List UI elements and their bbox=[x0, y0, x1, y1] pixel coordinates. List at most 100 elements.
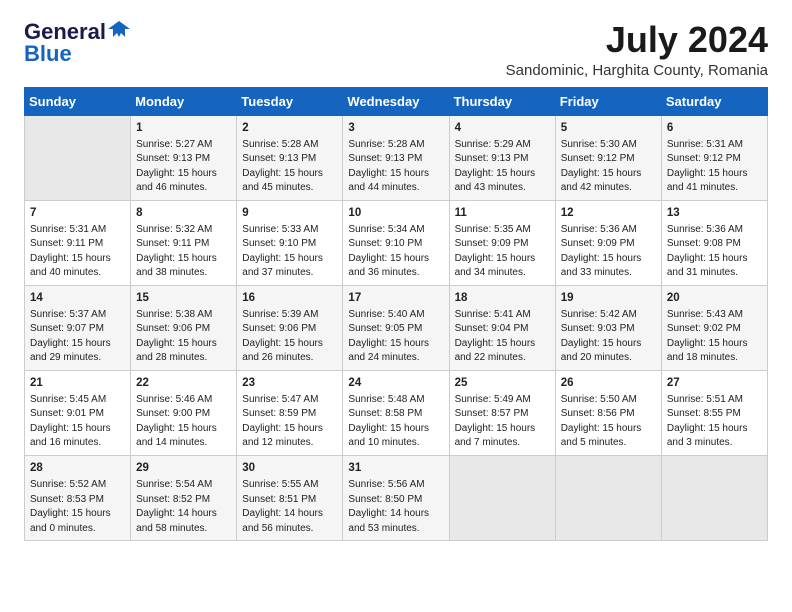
month-year-title: July 2024 bbox=[506, 20, 768, 60]
day-number: 24 bbox=[348, 375, 443, 391]
calendar-cell: 6 Sunrise: 5:31 AMSunset: 9:12 PMDaylight… bbox=[661, 115, 767, 200]
cell-details: Sunrise: 5:49 AMSunset: 8:57 PMDaylight:… bbox=[455, 393, 550, 451]
day-number: 26 bbox=[561, 375, 656, 391]
calendar-cell: 2 Sunrise: 5:28 AMSunset: 9:13 PMDaylight… bbox=[237, 115, 343, 200]
day-number: 31 bbox=[348, 460, 443, 476]
header-tuesday: Tuesday bbox=[237, 87, 343, 115]
calendar-cell: 29 Sunrise: 5:54 AMSunset: 8:52 PMDayligh… bbox=[131, 455, 237, 540]
calendar-cell: 25 Sunrise: 5:49 AMSunset: 8:57 PMDayligh… bbox=[449, 370, 555, 455]
calendar-cell: 15 Sunrise: 5:38 AMSunset: 9:06 PMDayligh… bbox=[131, 285, 237, 370]
calendar-cell bbox=[555, 455, 661, 540]
day-number: 30 bbox=[242, 460, 337, 476]
calendar-cell: 9Sunrise: 5:33 AMSunset: 9:10 PMDaylight… bbox=[237, 200, 343, 285]
calendar-cell: 7 Sunrise: 5:31 AMSunset: 9:11 PMDaylight… bbox=[25, 200, 131, 285]
calendar-cell: 10 Sunrise: 5:34 AMSunset: 9:10 PMDayligh… bbox=[343, 200, 449, 285]
page-header: General Blue July 2024 Sandominic, Hargh… bbox=[24, 20, 768, 79]
day-number: 23 bbox=[242, 375, 337, 391]
cell-details: Sunrise: 5:28 AMSunset: 9:13 PMDaylight:… bbox=[348, 138, 443, 196]
cell-details: Sunrise: 5:38 AMSunset: 9:06 PMDaylight:… bbox=[136, 308, 231, 366]
calendar-cell: 28 Sunrise: 5:52 AMSunset: 8:53 PMDayligh… bbox=[25, 455, 131, 540]
cell-details: Sunrise: 5:34 AMSunset: 9:10 PMDaylight:… bbox=[348, 223, 443, 281]
logo-bird-icon bbox=[108, 19, 130, 41]
day-number: 21 bbox=[30, 375, 125, 391]
calendar-cell: 18 Sunrise: 5:41 AMSunset: 9:04 PMDayligh… bbox=[449, 285, 555, 370]
calendar-cell: 13Sunrise: 5:36 AMSunset: 9:08 PMDayligh… bbox=[661, 200, 767, 285]
cell-details: Sunrise: 5:50 AMSunset: 8:56 PMDaylight:… bbox=[561, 393, 656, 451]
calendar-week-row: 21 Sunrise: 5:45 AMSunset: 9:01 PMDayligh… bbox=[25, 370, 768, 455]
calendar-cell: 23 Sunrise: 5:47 AMSunset: 8:59 PMDayligh… bbox=[237, 370, 343, 455]
calendar-cell: 3 Sunrise: 5:28 AMSunset: 9:13 PMDaylight… bbox=[343, 115, 449, 200]
calendar-table: SundayMondayTuesdayWednesdayThursdayFrid… bbox=[24, 87, 768, 541]
cell-details: Sunrise: 5:45 AMSunset: 9:01 PMDaylight:… bbox=[30, 393, 125, 451]
calendar-cell: 5 Sunrise: 5:30 AMSunset: 9:12 PMDaylight… bbox=[555, 115, 661, 200]
calendar-week-row: 14 Sunrise: 5:37 AMSunset: 9:07 PMDayligh… bbox=[25, 285, 768, 370]
day-number: 10 bbox=[348, 205, 443, 221]
day-number: 20 bbox=[667, 290, 762, 306]
cell-details: Sunrise: 5:36 AMSunset: 9:08 PMDaylight:… bbox=[667, 223, 762, 281]
calendar-cell bbox=[661, 455, 767, 540]
location-subtitle: Sandominic, Harghita County, Romania bbox=[506, 62, 768, 79]
calendar-header-row: SundayMondayTuesdayWednesdayThursdayFrid… bbox=[25, 87, 768, 115]
logo-blue-text: Blue bbox=[24, 42, 72, 66]
cell-details: Sunrise: 5:40 AMSunset: 9:05 PMDaylight:… bbox=[348, 308, 443, 366]
calendar-cell bbox=[25, 115, 131, 200]
cell-details: Sunrise: 5:47 AMSunset: 8:59 PMDaylight:… bbox=[242, 393, 337, 451]
calendar-cell: 20Sunrise: 5:43 AMSunset: 9:02 PMDayligh… bbox=[661, 285, 767, 370]
cell-details: Sunrise: 5:30 AMSunset: 9:12 PMDaylight:… bbox=[561, 138, 656, 196]
cell-details: Sunrise: 5:56 AMSunset: 8:50 PMDaylight:… bbox=[348, 478, 443, 536]
cell-details: Sunrise: 5:36 AMSunset: 9:09 PMDaylight:… bbox=[561, 223, 656, 281]
cell-details: Sunrise: 5:29 AMSunset: 9:13 PMDaylight:… bbox=[455, 138, 550, 196]
day-number: 4 bbox=[455, 120, 550, 136]
day-number: 15 bbox=[136, 290, 231, 306]
day-number: 3 bbox=[348, 120, 443, 136]
header-sunday: Sunday bbox=[25, 87, 131, 115]
title-block: July 2024 Sandominic, Harghita County, R… bbox=[506, 20, 768, 79]
cell-details: Sunrise: 5:31 AMSunset: 9:12 PMDaylight:… bbox=[667, 138, 762, 196]
cell-details: Sunrise: 5:54 AMSunset: 8:52 PMDaylight:… bbox=[136, 478, 231, 536]
calendar-week-row: 7 Sunrise: 5:31 AMSunset: 9:11 PMDaylight… bbox=[25, 200, 768, 285]
cell-details: Sunrise: 5:27 AMSunset: 9:13 PMDaylight:… bbox=[136, 138, 231, 196]
calendar-cell: 17 Sunrise: 5:40 AMSunset: 9:05 PMDayligh… bbox=[343, 285, 449, 370]
day-number: 28 bbox=[30, 460, 125, 476]
calendar-cell: 19Sunrise: 5:42 AMSunset: 9:03 PMDayligh… bbox=[555, 285, 661, 370]
calendar-cell: 31 Sunrise: 5:56 AMSunset: 8:50 PMDayligh… bbox=[343, 455, 449, 540]
header-monday: Monday bbox=[131, 87, 237, 115]
calendar-cell: 21 Sunrise: 5:45 AMSunset: 9:01 PMDayligh… bbox=[25, 370, 131, 455]
day-number: 22 bbox=[136, 375, 231, 391]
cell-details: Sunrise: 5:33 AMSunset: 9:10 PMDaylight:… bbox=[242, 223, 337, 281]
cell-details: Sunrise: 5:31 AMSunset: 9:11 PMDaylight:… bbox=[30, 223, 125, 281]
cell-details: Sunrise: 5:37 AMSunset: 9:07 PMDaylight:… bbox=[30, 308, 125, 366]
calendar-cell: 30Sunrise: 5:55 AMSunset: 8:51 PMDayligh… bbox=[237, 455, 343, 540]
calendar-cell: 12 Sunrise: 5:36 AMSunset: 9:09 PMDayligh… bbox=[555, 200, 661, 285]
day-number: 6 bbox=[667, 120, 762, 136]
day-number: 14 bbox=[30, 290, 125, 306]
cell-details: Sunrise: 5:46 AMSunset: 9:00 PMDaylight:… bbox=[136, 393, 231, 451]
day-number: 2 bbox=[242, 120, 337, 136]
calendar-cell: 1Sunrise: 5:27 AMSunset: 9:13 PMDaylight… bbox=[131, 115, 237, 200]
cell-details: Sunrise: 5:35 AMSunset: 9:09 PMDaylight:… bbox=[455, 223, 550, 281]
header-wednesday: Wednesday bbox=[343, 87, 449, 115]
calendar-week-row: 1Sunrise: 5:27 AMSunset: 9:13 PMDaylight… bbox=[25, 115, 768, 200]
day-number: 18 bbox=[455, 290, 550, 306]
day-number: 5 bbox=[561, 120, 656, 136]
day-number: 12 bbox=[561, 205, 656, 221]
day-number: 29 bbox=[136, 460, 231, 476]
cell-details: Sunrise: 5:51 AMSunset: 8:55 PMDaylight:… bbox=[667, 393, 762, 451]
day-number: 17 bbox=[348, 290, 443, 306]
cell-details: Sunrise: 5:42 AMSunset: 9:03 PMDaylight:… bbox=[561, 308, 656, 366]
calendar-cell: 24Sunrise: 5:48 AMSunset: 8:58 PMDayligh… bbox=[343, 370, 449, 455]
calendar-cell: 26 Sunrise: 5:50 AMSunset: 8:56 PMDayligh… bbox=[555, 370, 661, 455]
day-number: 7 bbox=[30, 205, 125, 221]
header-saturday: Saturday bbox=[661, 87, 767, 115]
cell-details: Sunrise: 5:32 AMSunset: 9:11 PMDaylight:… bbox=[136, 223, 231, 281]
calendar-cell bbox=[449, 455, 555, 540]
calendar-cell: 16Sunrise: 5:39 AMSunset: 9:06 PMDayligh… bbox=[237, 285, 343, 370]
calendar-cell: 27Sunrise: 5:51 AMSunset: 8:55 PMDayligh… bbox=[661, 370, 767, 455]
cell-details: Sunrise: 5:41 AMSunset: 9:04 PMDaylight:… bbox=[455, 308, 550, 366]
cell-details: Sunrise: 5:52 AMSunset: 8:53 PMDaylight:… bbox=[30, 478, 125, 536]
calendar-cell: 11Sunrise: 5:35 AMSunset: 9:09 PMDayligh… bbox=[449, 200, 555, 285]
logo: General Blue bbox=[24, 20, 130, 66]
header-thursday: Thursday bbox=[449, 87, 555, 115]
cell-details: Sunrise: 5:28 AMSunset: 9:13 PMDaylight:… bbox=[242, 138, 337, 196]
day-number: 25 bbox=[455, 375, 550, 391]
